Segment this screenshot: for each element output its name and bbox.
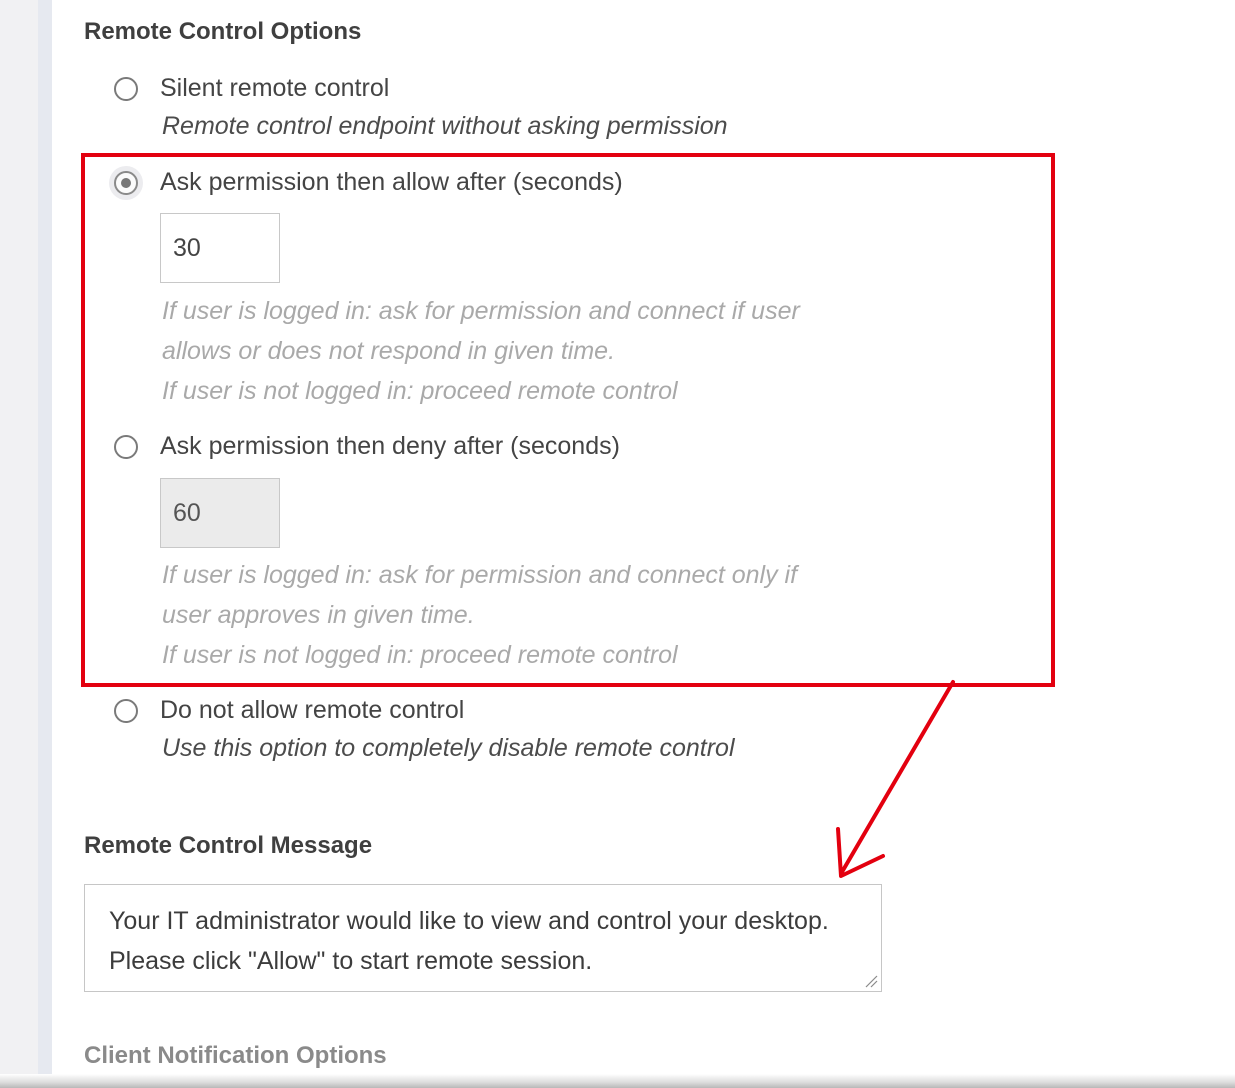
option-silent-remote-control[interactable]: Silent remote control — [114, 74, 389, 103]
option-ask-then-allow[interactable]: Ask permission then allow after (seconds… — [114, 168, 623, 197]
ask-then-deny-label: Ask permission then deny after (seconds) — [160, 432, 620, 460]
ask-then-allow-radio[interactable] — [114, 170, 138, 195]
ask-then-allow-label: Ask permission then allow after (seconds… — [160, 168, 623, 196]
option-do-not-allow[interactable]: Do not allow remote control — [114, 696, 464, 725]
do-not-allow-description: Use this option to completely disable re… — [162, 734, 735, 762]
ask-then-deny-hint: If user is logged in: ask for permission… — [162, 561, 798, 669]
left-gutter — [0, 0, 38, 1088]
silent-remote-control-label: Silent remote control — [160, 74, 390, 102]
remote-control-message-textarea[interactable]: Your IT administrator would like to view… — [84, 884, 882, 992]
silent-remote-control-description: Remote control endpoint without asking p… — [162, 112, 728, 140]
allow-after-seconds-input[interactable] — [160, 213, 280, 283]
remote-control-message-heading: Remote Control Message — [84, 832, 373, 859]
bottom-edge-shadow — [0, 1074, 1235, 1088]
do-not-allow-radio[interactable] — [114, 698, 138, 723]
remote-control-options-heading: Remote Control Options — [84, 18, 362, 45]
do-not-allow-label: Do not allow remote control — [160, 696, 465, 724]
left-panel-rule — [38, 0, 52, 1088]
option-ask-then-deny[interactable]: Ask permission then deny after (seconds) — [114, 432, 620, 461]
deny-after-seconds-input[interactable] — [160, 478, 280, 548]
ask-then-allow-hint: If user is logged in: ask for permission… — [162, 297, 800, 405]
silent-remote-control-radio[interactable] — [114, 76, 138, 101]
client-notification-options-heading: Client Notification Options — [84, 1042, 387, 1069]
ask-then-deny-radio[interactable] — [114, 434, 138, 459]
